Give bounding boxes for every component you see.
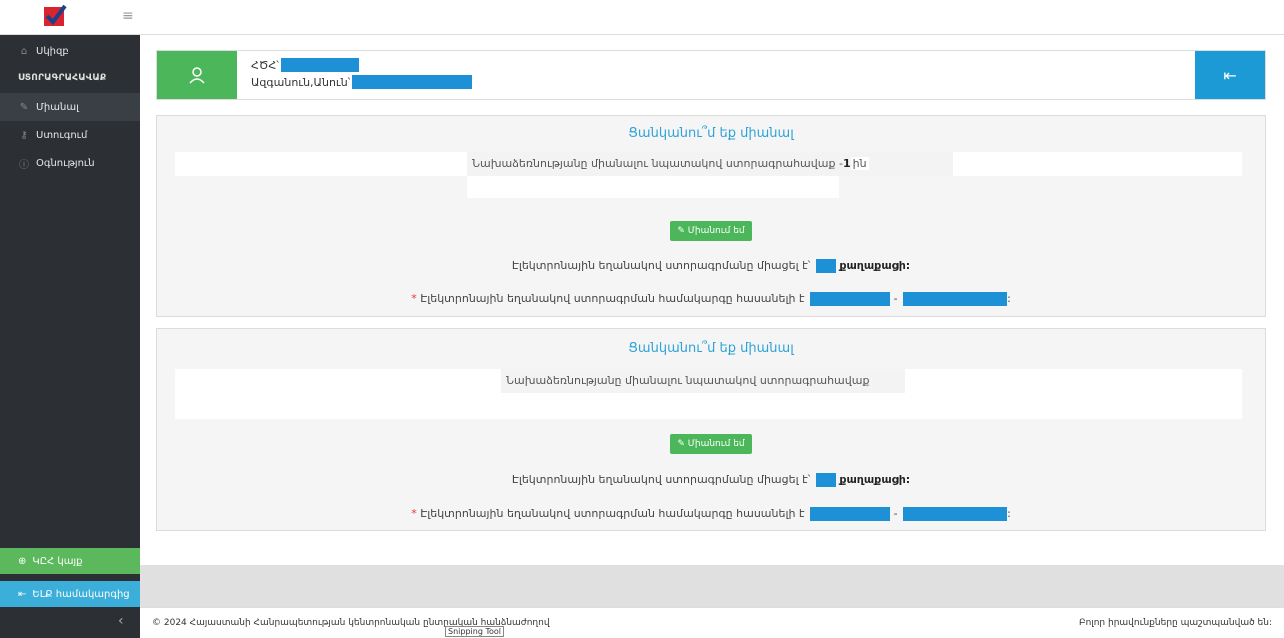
user-bar: ՀԾՀ՝ Ազգանուն,Անուն՝ ⇤ (156, 50, 1266, 100)
sidebar-item-join[interactable]: ✎ Միանալ (0, 93, 140, 121)
hamburger-icon[interactable]: ≡ (122, 9, 136, 23)
required-star: * (411, 507, 417, 520)
pencil-icon: ✎ (677, 439, 688, 449)
footer: © 2024 Հայաստանի Հանրապետության կենտրոնա… (140, 607, 1284, 638)
sidebar-item-help[interactable]: ⓘ Օգնություն (0, 149, 140, 177)
date-colon: : (1007, 507, 1011, 520)
home-icon: ⌂ (20, 45, 28, 57)
check-logo-icon[interactable] (43, 4, 67, 28)
sidebar-item-label: Ստուգում (36, 129, 88, 141)
logout-icon: ⇤ (18, 588, 27, 600)
info-strip: Նախաձեռնությանը միանալու նպատակով ստորագ… (175, 152, 1242, 176)
top-bar: ≡ (0, 0, 1284, 35)
info-strip-lower (467, 176, 839, 198)
sidebar-item-label: Օգնություն (36, 157, 95, 169)
joined-count-line: Էլեկտրոնային եղանակով ստորագրմանը միացել… (157, 473, 1265, 487)
availability-text: Էլեկտրոնային եղանակով ստորագրման համակար… (420, 507, 805, 520)
petition-info: Նախաձեռնությանը միանալու նպատակով ստորագ… (501, 369, 905, 411)
joined-prefix: Էլեկտրոնային եղանակով ստորագրմանը միացել… (511, 259, 811, 272)
name-row: Ազգանուն,Անուն՝ (251, 75, 473, 89)
redacted-ssn (280, 58, 359, 72)
sidebar: ⌂ Սկիզբ ՍՏՈՐԱԳՐԱՀԱՎԱՔ ✎ Միանալ ⚷ Ստուգու… (0, 35, 140, 638)
date-dash: - (893, 292, 898, 305)
sidebar-item-label: Սկիզբ (36, 45, 69, 57)
panel-title: Ցանկանու՞մ եք միանալ (628, 126, 794, 141)
logout-icon: ⇤ (1223, 65, 1237, 85)
join-panel-1: Ցանկանու՞մ եք միանալ Նախաձեռնությանը միա… (156, 115, 1266, 317)
availability-line: * Էլեկտրոնային եղանակով ստորագրման համակ… (157, 507, 1265, 521)
main-content: ՀԾՀ՝ Ազգանուն,Անուն՝ ⇤ Ցանկանու՞մ եք միա… (140, 35, 1284, 565)
join-button[interactable]: ✎ Միանում եմ (670, 221, 752, 241)
snipping-tool-tooltip: Snipping Tool (445, 626, 504, 637)
chevron-left-icon[interactable]: ‹ (118, 613, 124, 629)
info-strip: Նախաձեռնությանը միանալու նպատակով ստորագ… (175, 369, 1242, 411)
sidebar-item-label: Միանալ (36, 101, 79, 113)
exit-button[interactable]: ⇤ ԵԼՔ համակարգից (0, 581, 140, 607)
redacted-count (815, 259, 836, 273)
exit-label: ԵԼՔ համակարգից (32, 588, 130, 600)
join-panel-2: Ցանկանու՞մ եք միանալ Նախաձեռնությանը միա… (156, 328, 1266, 531)
petition-number: 1 (842, 157, 851, 170)
name-label: Ազգանուն,Անուն՝ (251, 75, 351, 89)
sidebar-heading: ՍՏՈՐԱԳՐԱՀԱՎԱՔ (18, 73, 107, 83)
availability-text: Էլեկտրոնային եղանակով ստորագրման համակար… (420, 292, 805, 305)
key-icon: ⚷ (20, 129, 28, 141)
logout-button[interactable]: ⇤ (1195, 51, 1265, 99)
join-button[interactable]: ✎ Միանում եմ (670, 434, 752, 454)
redacted-count (815, 473, 836, 487)
redacted-end-date (903, 292, 1008, 306)
date-colon: : (1007, 292, 1011, 305)
sidebar-item-home[interactable]: ⌂ Սկիզբ (0, 37, 140, 65)
ssn-row: ՀԾՀ՝ (251, 58, 359, 72)
petition-info-suffix: ին (850, 157, 869, 170)
redacted-name (352, 75, 473, 89)
petition-info-prefix: Նախաձեռնությանը միանալու նպատակով ստորագ… (472, 157, 843, 170)
content-bottom-fill (140, 565, 1284, 607)
kcc-site-link[interactable]: ⊕ ԿԸՀ կայք (0, 548, 140, 574)
joined-count-line: Էլեկտրոնային եղանակով ստորագրմանը միացել… (157, 259, 1265, 273)
redacted-end-date (903, 507, 1008, 521)
info-icon: ⓘ (19, 159, 29, 171)
joined-prefix: Էլեկտրոնային եղանակով ստորագրմանը միացել… (511, 473, 811, 486)
required-star: * (411, 292, 417, 305)
redacted-start-date (810, 292, 891, 306)
petition-info: Նախաձեռնությանը միանալու նպատակով ստորագ… (467, 152, 953, 176)
edit-icon: ✎ (19, 101, 29, 113)
join-button-label: Միանում եմ (687, 439, 745, 449)
date-dash: - (893, 507, 898, 520)
globe-icon: ⊕ (18, 555, 27, 567)
redacted-start-date (810, 507, 891, 521)
availability-line: * Էլեկտրոնային եղանակով ստորագրման համակ… (157, 292, 1265, 306)
kcc-site-label: ԿԸՀ կայք (32, 555, 83, 567)
ssn-label: ՀԾՀ՝ (251, 58, 279, 72)
info-strip-lower (175, 393, 1242, 419)
joined-suffix: քաղաքացի: (839, 259, 911, 272)
pencil-icon: ✎ (677, 226, 688, 236)
sidebar-item-check[interactable]: ⚷ Ստուգում (0, 121, 140, 149)
joined-suffix: քաղաքացի: (839, 473, 911, 486)
footer-rights: Բոլոր իրավունքները պաշտպանված են: (1078, 618, 1272, 628)
panel-title: Ցանկանու՞մ եք միանալ (628, 341, 794, 356)
user-icon (157, 51, 237, 99)
join-button-label: Միանում եմ (687, 226, 745, 236)
